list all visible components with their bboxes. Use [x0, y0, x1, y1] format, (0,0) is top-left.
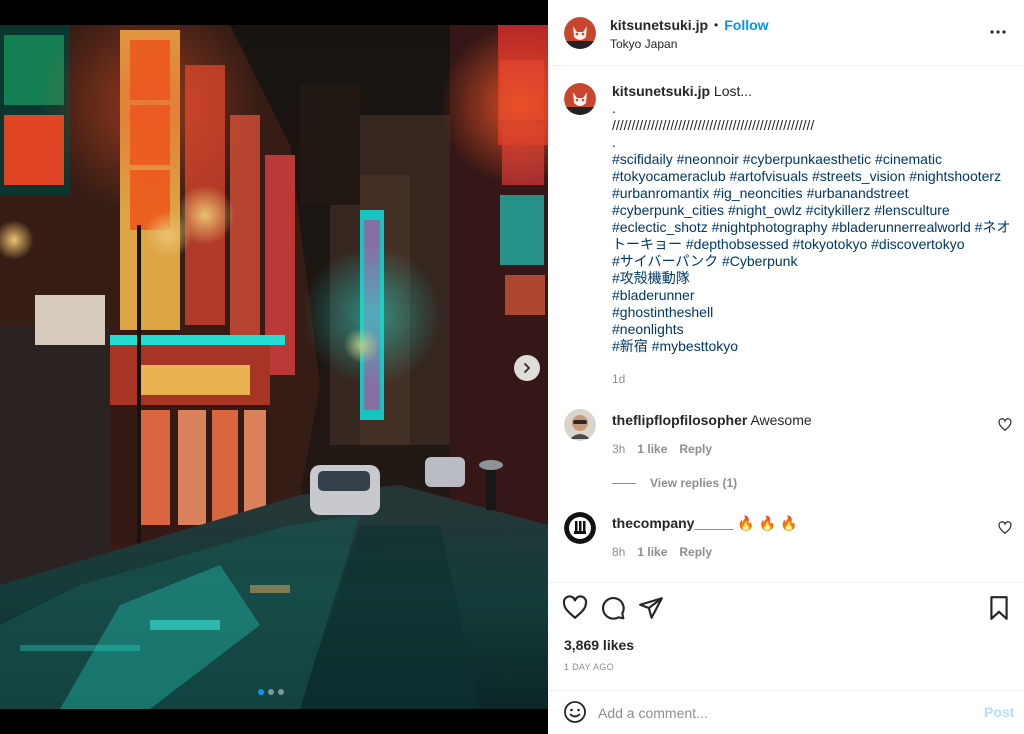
avatar[interactable] — [564, 512, 596, 544]
comment-username[interactable]: theflipflopfilosopher — [612, 412, 747, 428]
post-details-panel: kitsunetsuki.jp • Follow Tokyo Japan kit… — [548, 0, 1024, 734]
comment-heart-icon[interactable] — [998, 521, 1012, 535]
comment-heart-icon[interactable] — [998, 418, 1012, 432]
caption-line: . — [612, 134, 616, 150]
post-header: kitsunetsuki.jp • Follow Tokyo Japan — [548, 0, 1024, 66]
likes-count[interactable]: 3,869 likes — [564, 637, 634, 653]
comment-body: 🔥 🔥 🔥 — [737, 515, 798, 531]
comment-body: Awesome — [750, 412, 812, 428]
hashtag-line[interactable]: トーキョー #depthobsessed #tokyotokyo #discov… — [612, 236, 1012, 253]
hashtag-line[interactable]: #scifidaily #neonnoir #cyberpunkaestheti… — [612, 151, 1012, 168]
carousel-dot — [278, 689, 284, 695]
follow-button[interactable]: Follow — [724, 17, 768, 33]
avatar[interactable] — [564, 17, 596, 49]
carousel-indicator — [258, 689, 284, 695]
comment-text-row: thecompany_____ 🔥 🔥 🔥 — [612, 515, 797, 532]
hashtag-line[interactable]: #bladerunner — [612, 287, 1012, 304]
hashtag-line[interactable]: #eclectic_shotz #nightphotography #blade… — [612, 219, 1012, 236]
caption-line: ////////////////////////////////////////… — [612, 117, 815, 133]
view-replies-button[interactable]: View replies (1) — [612, 476, 737, 490]
hashtag-line[interactable]: #新宿 #mybesttokyo — [612, 338, 1012, 355]
emoji-icon[interactable] — [563, 700, 587, 724]
hashtag-line[interactable]: #ghostintheshell — [612, 304, 1012, 321]
header-user-row: kitsunetsuki.jp • Follow — [610, 17, 769, 33]
replies-line — [612, 482, 636, 484]
post-media — [0, 0, 548, 734]
add-comment-bar: Post — [548, 690, 1024, 734]
separator: • — [714, 18, 719, 32]
comment-time[interactable]: 8h — [612, 545, 625, 559]
post-actions: 3,869 likes 1 DAY AGO — [548, 582, 1024, 694]
kitsune-mask-avatar — [564, 17, 596, 49]
carousel-dot — [258, 689, 264, 695]
share-icon[interactable] — [638, 595, 664, 621]
street-photo-illustration — [0, 25, 548, 709]
avatar[interactable] — [564, 83, 596, 115]
hashtag-line[interactable]: #攻殻機動隊 — [612, 270, 1012, 287]
comment-time[interactable]: 3h — [612, 442, 625, 456]
view-replies-label: View replies (1) — [650, 476, 738, 490]
username[interactable]: kitsunetsuki.jp — [610, 17, 708, 33]
carousel-next-button[interactable] — [514, 355, 540, 381]
bookmark-icon[interactable] — [986, 595, 1012, 621]
caption-timestamp[interactable]: 1d — [612, 372, 625, 386]
carousel-dot — [268, 689, 274, 695]
post-date[interactable]: 1 DAY AGO — [564, 662, 614, 672]
chevron-right-icon — [524, 363, 530, 373]
hashtag-line[interactable]: #cyberpunk_cities #night_owlz #citykille… — [612, 202, 1012, 219]
comment-meta: 3h 1 like Reply — [612, 442, 712, 456]
comment-likes[interactable]: 1 like — [637, 442, 667, 456]
post-caption: kitsunetsuki.jp Lost... . //////////////… — [612, 83, 1012, 355]
hashtag-line[interactable]: #neonlights — [612, 321, 1012, 338]
caption-text: Lost... — [713, 83, 753, 99]
post-photo[interactable] — [0, 25, 548, 709]
comment-meta: 8h 1 like Reply — [612, 545, 712, 559]
comment-likes[interactable]: 1 like — [637, 545, 667, 559]
hashtag-line[interactable]: #サイバーパンク #Cyberpunk — [612, 253, 1012, 270]
comment-input[interactable] — [598, 702, 958, 724]
caption-first-line: kitsunetsuki.jp Lost... — [612, 83, 1012, 100]
caption-line: . — [612, 100, 616, 116]
comment-text-row: theflipflopfilosopher Awesome — [612, 412, 812, 428]
kitsune-mask-avatar — [564, 83, 596, 115]
comments-list[interactable]: kitsunetsuki.jp Lost... . //////////////… — [548, 67, 1024, 582]
user-photo-avatar — [564, 409, 596, 441]
comment-username[interactable]: thecompany_____ — [612, 515, 733, 531]
hashtag-line[interactable]: #urbanromantix #ig_neoncities #urbanands… — [612, 185, 1012, 202]
more-options-icon[interactable] — [988, 22, 1008, 42]
reply-button[interactable]: Reply — [679, 442, 712, 456]
company-logo-avatar — [564, 512, 596, 544]
heart-icon[interactable] — [562, 595, 588, 621]
post-comment-button[interactable]: Post — [984, 704, 1014, 720]
caption-username[interactable]: kitsunetsuki.jp — [612, 83, 710, 99]
hashtag-line[interactable]: #tokyocameraclub #artofvisuals #streets_… — [612, 168, 1012, 185]
reply-button[interactable]: Reply — [679, 545, 712, 559]
location[interactable]: Tokyo Japan — [610, 37, 677, 51]
avatar[interactable] — [564, 409, 596, 441]
comment-icon[interactable] — [600, 595, 626, 621]
